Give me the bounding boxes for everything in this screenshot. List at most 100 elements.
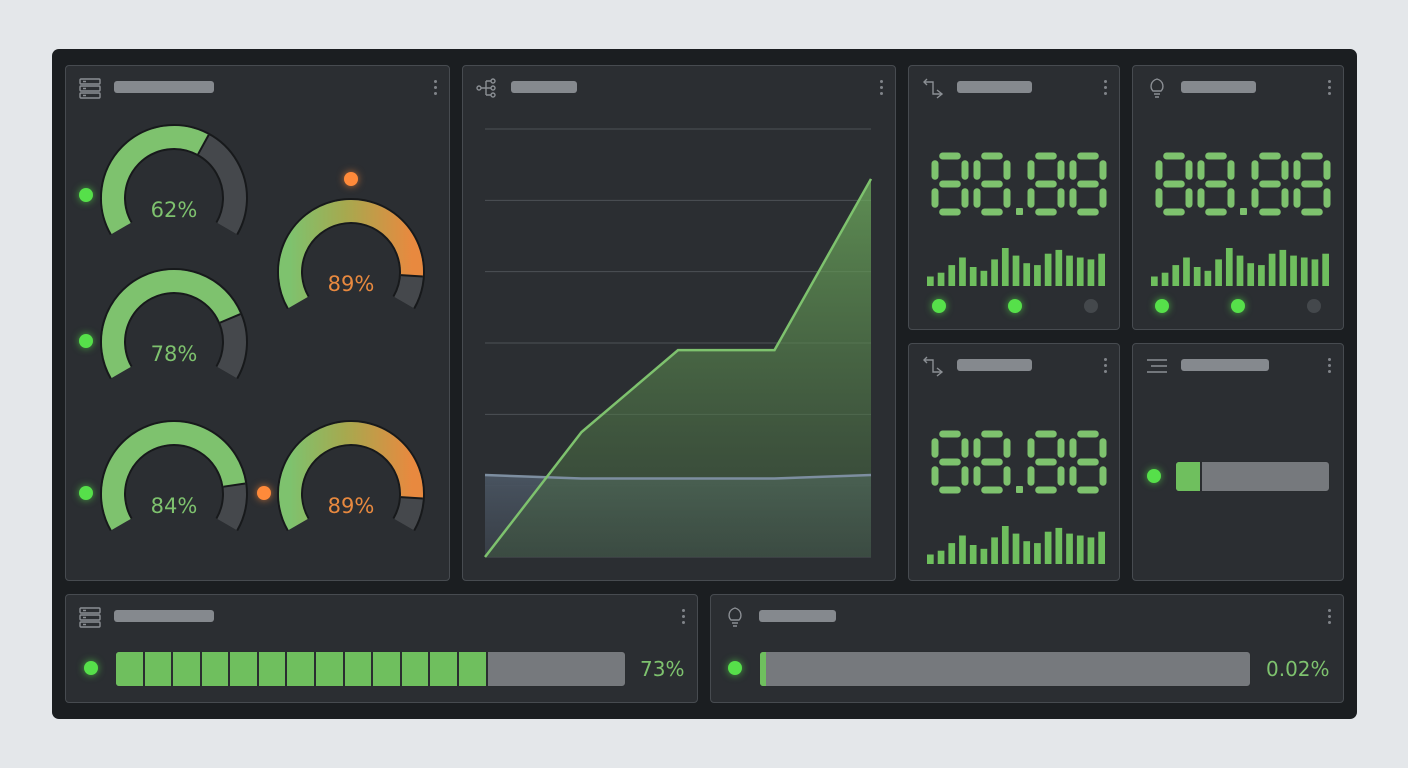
digital-display-1-readout-digit-1-seg-d (981, 208, 1003, 216)
gauge-3-needle (400, 274, 423, 278)
digital-display-3-readout-digit-2-seg-b (1057, 438, 1065, 458)
digital-display-3-readout-digit-3-seg-c (1099, 466, 1107, 486)
digital-display-2-histogram-bar-8 (1236, 255, 1244, 286)
digital-display-1-svg (927, 152, 1107, 286)
digital-display-1-readout-digit-3-seg-c (1099, 188, 1107, 208)
progress-left-panel: 73% (65, 594, 698, 703)
digital-display-2-panel (1132, 65, 1344, 330)
digital-display-3-readout-digit-2-seg-g (1035, 458, 1057, 466)
digital-display-3-readout-digit-1-seg-b (1003, 438, 1011, 458)
digital-display-3-readout-digit-2-seg-d (1035, 486, 1057, 494)
digital-display-2-readout-digit-0-seg-b (1185, 160, 1193, 180)
digital-display-2-histogram-bar-0 (1151, 276, 1158, 286)
digital-display-1-histogram-bar-8 (1012, 255, 1020, 286)
digital-display-3-panel (908, 343, 1120, 581)
digital-display-1-histogram-bar-1 (937, 272, 945, 286)
digital-display-2-readout-decimal-point (1240, 208, 1247, 215)
gauge-3-value: 89% (328, 272, 375, 296)
gauge-4-status-dot (257, 486, 271, 500)
digital-display-3-readout-digit-1-seg-f (973, 438, 981, 458)
digital-display-3-histogram-bar-8 (1012, 533, 1020, 564)
digital-display-1-histogram-bar-10 (1034, 265, 1041, 286)
digital-display-2-readout-digit-1-seg-b (1227, 160, 1235, 180)
gauges-svg: 62% 78% 84% 89% 89% (100, 124, 425, 531)
digital-display-1-readout-digit-0-seg-c (961, 188, 969, 208)
digital-display-1-histogram-bar-4 (969, 267, 977, 286)
digital-display-2-readout-digit-0-seg-a (1163, 152, 1185, 160)
progress-left-segment (373, 652, 402, 686)
digital-display-3-readout-digit-0-seg-d (939, 486, 961, 494)
digital-display-2-histogram-bar-11 (1268, 253, 1276, 286)
digital-display-2-readout-digit-1-seg-d (1205, 208, 1227, 216)
digital-display-2-svg (1151, 152, 1331, 286)
progress-left-status-dot (84, 661, 98, 675)
gauge-1-status-dot (79, 334, 93, 348)
digital-display-1-readout-digit-3-seg-b (1099, 160, 1107, 180)
gauge-4-needle (400, 496, 423, 500)
digital-display-3-histogram-bar-11 (1044, 531, 1052, 564)
progress-right-status-dot (728, 661, 742, 675)
digital-display-2-readout-digit-1-seg-g (1205, 180, 1227, 188)
level-bar (1175, 461, 1330, 492)
digital-display-3-readout-digit-2-seg-e (1027, 466, 1035, 486)
digital-display-2-readout-digit-3-seg-a (1301, 152, 1323, 160)
digital-display-2-dot-2 (1231, 299, 1245, 313)
digital-display-3-readout-digit-2-seg-f (1027, 438, 1035, 458)
progress-right-bar-fill (760, 652, 766, 686)
digital-display-2-histogram (1151, 248, 1329, 286)
progress-left-menu-button[interactable] (681, 608, 687, 626)
digital-display-2-readout-digit-3-seg-f (1293, 160, 1301, 180)
digital-display-2-dot-3 (1307, 299, 1321, 313)
digital-display-1-readout-digit-2-seg-e (1027, 188, 1035, 208)
digital-display-1-histogram-bar-14 (1076, 257, 1084, 286)
progress-left-segment (173, 652, 202, 686)
gauge-0-value: 62% (151, 198, 198, 222)
digital-display-2-histogram-bar-15 (1311, 259, 1319, 286)
level-panel-title (1181, 359, 1269, 371)
digital-display-1-readout-digit-2-seg-d (1035, 208, 1057, 216)
digital-display-1-readout-digit-1-seg-a (981, 152, 1003, 160)
digital-display-1-histogram-bar-3 (959, 257, 966, 286)
digital-display-2-histogram-bar-10 (1258, 265, 1265, 286)
digital-display-3-readout-digit-2-seg-c (1057, 466, 1065, 486)
digital-display-1-readout-digit-0-seg-a (939, 152, 961, 160)
digital-display-3-histogram-bar-4 (969, 545, 977, 564)
digital-display-1-readout-digit-2-seg-c (1057, 188, 1065, 208)
digital-display-2-readout-digit-2-seg-g (1259, 180, 1281, 188)
digital-display-3-histogram-bar-3 (959, 535, 966, 564)
digital-display-3-histogram-bar-16 (1098, 531, 1105, 564)
digital-display-2-histogram-bar-16 (1322, 253, 1329, 286)
digital-display-3-histogram-bar-13 (1066, 533, 1073, 564)
digital-display-1-histogram-bar-6 (991, 259, 998, 286)
digital-display-3-readout-digit-0-seg-a (939, 430, 961, 438)
digital-display-1-readout-digit-0-seg-g (939, 180, 961, 188)
progress-right-title (759, 610, 836, 622)
digital-display-3-readout-digit-3-seg-b (1099, 438, 1107, 458)
digital-display-3-readout-digit-1-seg-g (981, 458, 1003, 466)
digital-display-3-readout-digit-1-seg-c (1003, 466, 1011, 486)
progress-left-segment (344, 652, 374, 686)
progress-right-menu-button[interactable] (1327, 608, 1333, 626)
progress-left-value: 73% (640, 657, 685, 681)
digital-display-1-readout-digit-1-seg-f (973, 160, 981, 180)
digital-display-1-dot-2 (1008, 299, 1022, 313)
digital-display-3-histogram-bar-12 (1055, 527, 1063, 564)
level-panel-menu-button[interactable] (1327, 357, 1333, 375)
gauge-4-value: 89% (328, 494, 375, 518)
digital-display-1-histogram-bar-7 (1001, 248, 1009, 286)
progress-left-segment (258, 652, 288, 686)
digital-display-2-histogram-bar-12 (1279, 249, 1287, 286)
digital-display-2-readout-digit-0-seg-f (1155, 160, 1163, 180)
chart-panel (462, 65, 896, 581)
digital-display-1-readout-digit-0-seg-e (931, 188, 939, 208)
progress-right-bar (759, 651, 1251, 687)
digital-display-1-readout-digit-3-seg-a (1077, 152, 1099, 160)
digital-display-3-readout-digit-3-seg-g (1077, 458, 1099, 466)
digital-display-1-histogram-bar-2 (948, 265, 956, 286)
digital-display-3-readout-digit-3-seg-a (1077, 430, 1099, 438)
digital-display-3-readout-digit-1-seg-a (981, 430, 1003, 438)
progress-right-value: 0.02% (1266, 657, 1330, 681)
progress-left-segment (430, 652, 459, 686)
digital-display-1-readout-digit-2-seg-f (1027, 160, 1035, 180)
digital-display-2-histogram-bar-4 (1193, 267, 1201, 286)
